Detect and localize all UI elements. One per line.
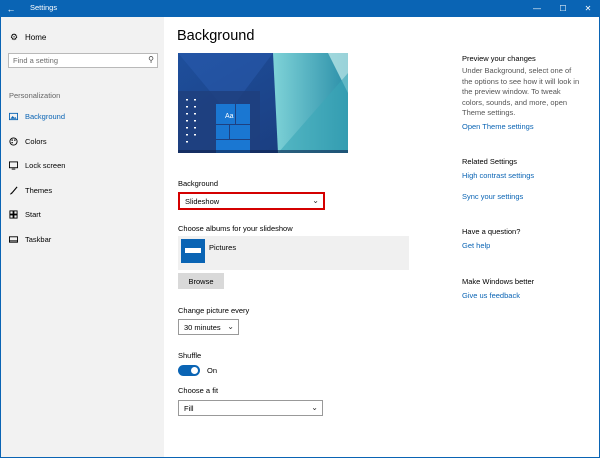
preview-sample-text: Aa [225, 113, 234, 120]
background-dropdown[interactable]: Slideshow ⌄ [178, 192, 325, 210]
preview-description-line: the preview window. To tweak [462, 87, 561, 96]
home-button[interactable]: ⚙ Home [9, 32, 46, 43]
background-value: Slideshow [185, 197, 220, 206]
change-picture-value: 30 minutes [184, 323, 221, 332]
search-box[interactable]: ⚲ [8, 53, 158, 68]
question-header: Have a question? [462, 227, 521, 236]
shuffle-label: Shuffle [178, 351, 202, 360]
palette-icon [9, 136, 19, 146]
lock-screen-icon [9, 160, 19, 170]
sidebar-item-themes[interactable]: Themes [9, 183, 52, 197]
fit-value: Fill [184, 404, 194, 413]
page-title: Background [177, 28, 255, 44]
preview-description-line: Under Background, select one of [462, 66, 572, 75]
give-feedback-link[interactable]: Give us feedback [462, 291, 520, 300]
preview-description-line: Theme settings. [462, 108, 516, 117]
section-header: Personalization [9, 91, 61, 100]
minimize-icon[interactable]: — [525, 0, 549, 17]
shuffle-toggle[interactable] [178, 365, 200, 376]
change-picture-dropdown[interactable]: 30 minutes ⌄ [178, 319, 239, 335]
related-settings-header: Related Settings [462, 157, 518, 166]
album-item[interactable]: Pictures [178, 236, 409, 270]
search-icon[interactable]: ⚲ [148, 55, 154, 64]
back-arrow-icon[interactable]: ← [0, 0, 22, 17]
sidebar-item-label: Colors [25, 136, 47, 146]
background-preview: Aa [178, 53, 348, 153]
album-name: Pictures [209, 243, 237, 252]
home-label: Home [25, 33, 47, 42]
sync-settings-link[interactable]: Sync your settings [462, 192, 523, 201]
sidebar-item-colors[interactable]: Colors [9, 134, 47, 148]
chevron-down-icon: ⌄ [227, 322, 234, 331]
sidebar-item-start[interactable]: Start [9, 207, 41, 221]
get-help-link[interactable]: Get help [462, 241, 490, 250]
sidebar-item-label: Start [25, 209, 41, 219]
high-contrast-link[interactable]: High contrast settings [462, 171, 534, 180]
sidebar-item-lock-screen[interactable]: Lock screen [9, 158, 65, 172]
open-theme-settings-link[interactable]: Open Theme settings [462, 122, 534, 131]
brush-icon [9, 186, 19, 195]
chevron-down-icon: ⌄ [312, 196, 319, 205]
sidebar: ⚙ Home ⚲ Personalization Background Colo… [1, 17, 164, 457]
fit-dropdown[interactable]: Fill ⌄ [178, 400, 323, 416]
start-icon [9, 209, 19, 219]
maximize-icon[interactable]: ☐ [551, 0, 575, 17]
taskbar-icon [9, 235, 19, 244]
browse-button[interactable]: Browse [178, 273, 224, 289]
picture-icon [9, 112, 19, 121]
sidebar-item-label: Taskbar [25, 234, 52, 244]
sidebar-item-label: Themes [25, 185, 53, 195]
sidebar-item-label: Lock screen [25, 160, 66, 170]
shuffle-state: On [207, 366, 218, 375]
change-picture-label: Change picture every [178, 306, 250, 315]
preview-description-line: colors, sounds, and more, open [462, 97, 568, 107]
fit-label: Choose a fit [178, 386, 219, 395]
close-icon[interactable]: ✕ [576, 0, 600, 17]
background-label: Background [178, 179, 219, 188]
sidebar-item-background[interactable]: Background [9, 109, 65, 123]
window-title: Settings [30, 3, 58, 12]
preview-description: Under Background, select one of the opti… [462, 66, 600, 119]
sidebar-item-taskbar[interactable]: Taskbar [9, 232, 51, 246]
folder-thumbnail-icon [181, 239, 205, 263]
gear-icon: ⚙ [9, 32, 19, 42]
title-bar: ← Settings — ☐ ✕ [0, 0, 600, 17]
sidebar-item-label: Background [25, 111, 66, 121]
preview-changes-header: Preview your changes [462, 54, 536, 63]
preview-description-line: the options to see how it will look in [462, 76, 580, 86]
chevron-down-icon: ⌄ [311, 403, 318, 412]
search-input[interactable] [13, 55, 141, 66]
make-windows-better-header: Make Windows better [462, 277, 535, 286]
albums-label: Choose albums for your slideshow [178, 224, 293, 233]
